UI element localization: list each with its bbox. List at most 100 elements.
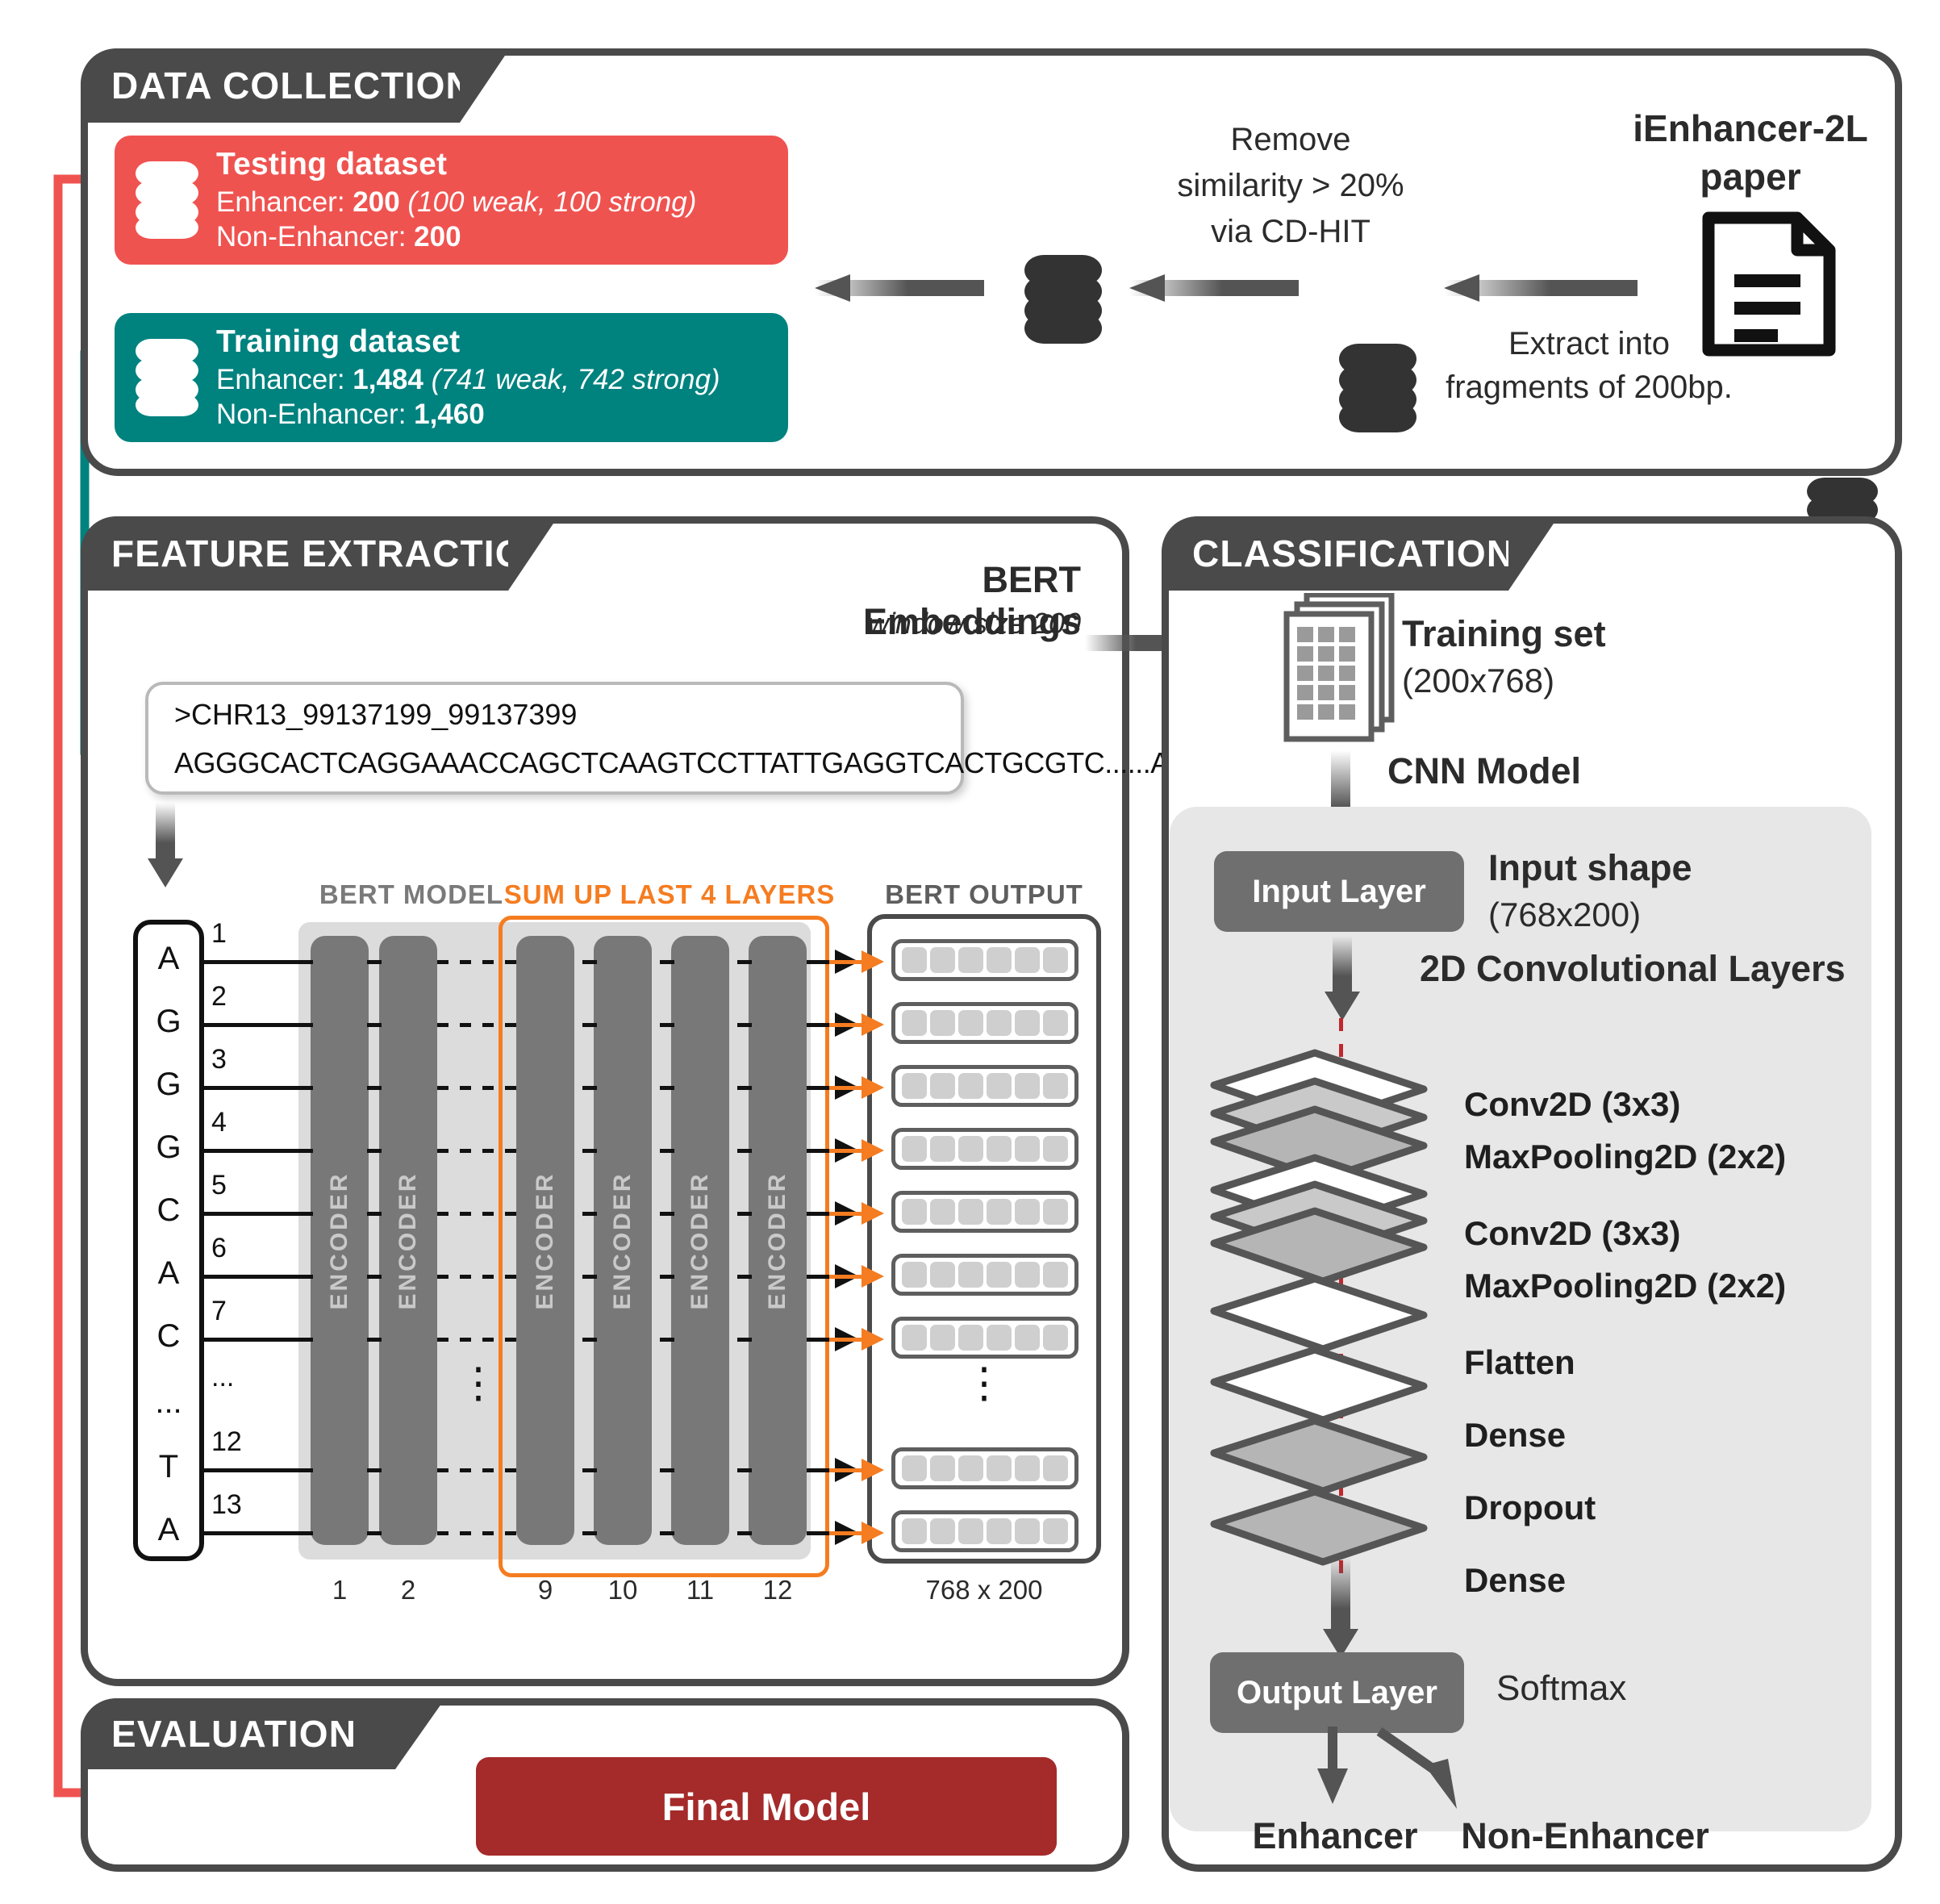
testing-enhancer-line: Enhancer: 200 (100 weak, 100 strong) [216, 185, 696, 219]
arrow-extract [1444, 274, 1670, 302]
nucleotide-letter: ... [155, 1384, 182, 1420]
token-wire [660, 1338, 674, 1342]
embedding-vector [891, 1254, 1078, 1296]
output-feed-arrowhead [862, 1202, 884, 1225]
token-wire [660, 1468, 674, 1472]
embedding-cell [1043, 1325, 1068, 1351]
training-nonenhancer-count: 1,460 [414, 399, 485, 431]
embedding-cell [987, 1262, 1012, 1288]
token-wire-dashed [437, 1275, 518, 1279]
arrow-cdhit [1129, 274, 1331, 302]
embedding-vector [891, 1317, 1078, 1359]
output-feed-arrowhead [862, 1076, 884, 1099]
data-collection-tab-label: DATA COLLECTION [111, 65, 474, 106]
position-index: 1 [211, 918, 227, 949]
cnn-layer-label: Dense [1464, 1561, 1567, 1599]
token-wire [660, 1212, 674, 1216]
output-layer-pill[interactable]: Output Layer [1210, 1652, 1464, 1733]
fasta-sequence-box[interactable]: >CHR13_99137199_99137399 AGGGCACTCAGGAAA… [145, 682, 1220, 795]
token-wire [204, 1468, 313, 1472]
token-wire [660, 1149, 674, 1153]
cnn-layer-label: Conv2D (3x3) [1464, 1214, 1681, 1252]
token-wire [660, 960, 674, 964]
token-wire [204, 1338, 313, 1342]
token-wire [737, 1212, 752, 1216]
embedding-vector [891, 1002, 1078, 1044]
position-index: 13 [211, 1489, 242, 1520]
input-layer-pill[interactable]: Input Layer [1214, 851, 1464, 932]
embedding-cell [1015, 1010, 1040, 1036]
embedding-cell [930, 1325, 955, 1351]
testing-dataset-card[interactable]: Testing dataset Enhancer: 200 (100 weak,… [115, 136, 788, 265]
token-wire [660, 1023, 674, 1027]
embedding-cell [1015, 1199, 1040, 1225]
embedding-vector [891, 1447, 1078, 1489]
paper-title-line1: iEnhancer-2L [1633, 107, 1868, 149]
embedding-cell [902, 1518, 927, 1544]
token-wire [367, 1149, 382, 1153]
bert-output-caption: BERT OUTPUT [885, 879, 1083, 909]
sum-layers-caption: SUM UP LAST 4 LAYERS [503, 879, 836, 909]
embedding-cell [1043, 1262, 1068, 1288]
token-wire [582, 1086, 597, 1090]
embedding-cell [902, 1262, 927, 1288]
feature-extraction-tab: FEATURE EXTRACTION [81, 516, 558, 591]
token-wire [737, 1275, 752, 1279]
arrow-to-datasets [815, 274, 1016, 302]
token-wire [582, 960, 597, 964]
token-wire [204, 1531, 313, 1535]
embedding-cell [958, 947, 983, 973]
bert-embeddings-subtitle: window size 200 [867, 607, 1081, 640]
position-index: ... [211, 1362, 235, 1393]
database-icon-raw [1339, 344, 1416, 432]
output-feed-arrowhead [862, 950, 884, 973]
vector-ellipsis: ⋮ [963, 1360, 1005, 1407]
encoder-number: 10 [607, 1575, 638, 1605]
final-model-box[interactable]: Final Model [476, 1757, 1057, 1856]
class-non-enhancer-label: Non-Enhancer [1461, 1815, 1709, 1856]
training-nonenhancer-line: Non-Enhancer: 1,460 [216, 397, 720, 432]
arrow-shaft [1333, 936, 1352, 993]
token-wire [737, 1338, 752, 1342]
token-wire [660, 1086, 674, 1090]
classification-tab-label: CLASSIFICATION [1192, 532, 1515, 574]
output-feed-arrowhead [862, 1459, 884, 1481]
embedding-cell [930, 1518, 955, 1544]
training-enhancer-count: 1,484 [353, 363, 423, 395]
embedding-cell [930, 1073, 955, 1099]
embedding-cell [1015, 947, 1040, 973]
testing-nonenhancer-count: 200 [414, 221, 461, 253]
input-layer-label: Input Layer [1252, 873, 1426, 909]
token-wire-dashed [437, 960, 518, 964]
testing-dataset-text: Testing dataset Enhancer: 200 (100 weak,… [216, 145, 696, 254]
position-index: 4 [211, 1107, 227, 1138]
embedding-cell [902, 1073, 927, 1099]
position-index: 6 [211, 1233, 227, 1263]
embedding-cell [987, 1073, 1012, 1099]
embedding-cell [1015, 1325, 1040, 1351]
training-dataset-text: Training dataset Enhancer: 1,484 (741 we… [216, 323, 720, 432]
position-index: 2 [211, 981, 227, 1012]
token-wire [582, 1468, 597, 1472]
embedding-vector [891, 1128, 1078, 1170]
cnn-layer-label: Dropout [1464, 1489, 1596, 1526]
bert-output-dims: 768 x 200 [925, 1575, 1043, 1605]
embedding-cell [902, 1199, 927, 1225]
token-wire [367, 1531, 382, 1535]
testing-enhancer-count: 200 [353, 186, 400, 218]
token-wire [660, 1531, 674, 1535]
output-feed-arrowhead [862, 1265, 884, 1288]
token-wire [582, 1149, 597, 1153]
nucleotide-letter: G [156, 1004, 181, 1039]
training-dataset-card[interactable]: Training dataset Enhancer: 1,484 (741 we… [115, 313, 788, 442]
token-wire-dashed [437, 1338, 518, 1342]
token-wire-dashed [437, 1149, 518, 1153]
database-icon [136, 161, 198, 239]
embedding-cell [1015, 1455, 1040, 1481]
embedding-cell [958, 1455, 983, 1481]
embedding-cell [902, 1455, 927, 1481]
arrow-head [148, 858, 183, 887]
testing-enhancer-label: Enhancer: [216, 186, 353, 218]
embedding-cell [1043, 1010, 1068, 1036]
output-feed-arrowhead [862, 1522, 884, 1544]
